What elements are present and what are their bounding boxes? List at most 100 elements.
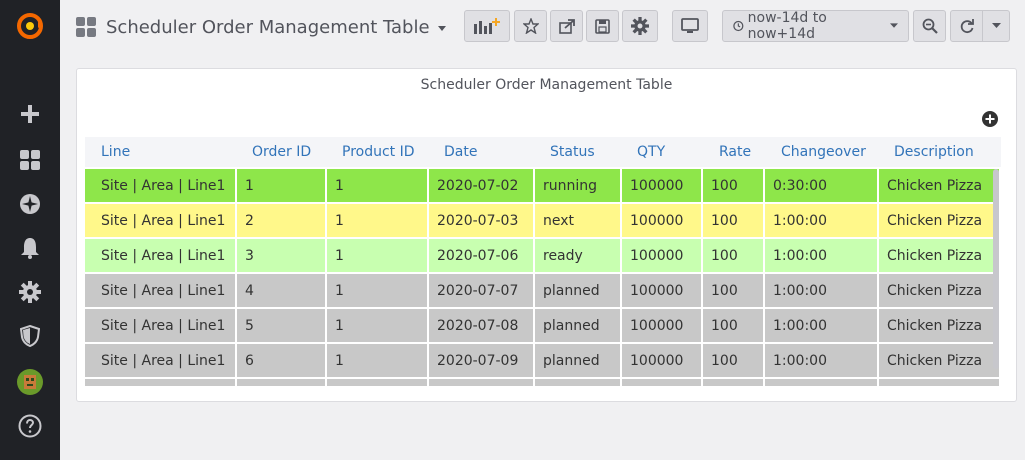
compass-icon[interactable] [10,184,50,224]
cell-status[interactable]: planned [535,309,622,342]
add-row-icon[interactable] [982,111,998,127]
share-button[interactable] [550,10,583,42]
cell-order-id[interactable]: 3 [237,239,327,272]
cell-line[interactable]: Site | Area | Line1 [85,309,237,342]
grafana-logo-icon[interactable] [10,6,50,46]
cell-product-id[interactable]: 1 [327,239,429,272]
cell-changeover[interactable]: 1:00:00 [765,239,879,272]
cell-status[interactable]: ready [535,239,622,272]
column-header-product-id[interactable]: Product ID [342,144,415,160]
cell-line[interactable] [85,379,237,386]
add-panel-button[interactable] [464,10,510,42]
cell-description[interactable] [879,379,1001,386]
cell-changeover[interactable] [765,379,879,386]
cell-description[interactable]: Chicken Pizza [879,169,1001,202]
cell-order-id[interactable]: 5 [237,309,327,342]
cell-date[interactable]: 2020-07-08 [429,309,535,342]
cell-status[interactable]: running [535,169,622,202]
cell-qty[interactable]: 100000 [622,309,703,342]
cell-date[interactable] [429,379,535,386]
column-header-rate[interactable]: Rate [719,144,751,160]
cell-qty[interactable]: 100000 [622,169,703,202]
cell-description[interactable]: Chicken Pizza [879,344,1001,377]
settings-button[interactable] [622,10,658,42]
column-header-qty[interactable]: QTY [637,144,665,160]
cell-line[interactable]: Site | Area | Line1 [85,274,237,307]
column-header-status[interactable]: Status [550,144,595,160]
cell-product-id[interactable]: 1 [327,309,429,342]
cell-description[interactable]: Chicken Pizza [879,204,1001,237]
cell-date[interactable]: 2020-07-02 [429,169,535,202]
column-header-order-id[interactable]: Order ID [252,144,311,160]
cell-line[interactable]: Site | Area | Line1 [85,204,237,237]
star-button[interactable] [514,10,547,42]
cell-changeover[interactable]: 1:00:00 [765,274,879,307]
cell-product-id[interactable]: 1 [327,169,429,202]
table-row[interactable] [85,379,1001,386]
cell-changeover[interactable]: 1:00:00 [765,309,879,342]
cell-product-id[interactable] [327,379,429,386]
cell-date[interactable]: 2020-07-09 [429,344,535,377]
cell-product-id[interactable]: 1 [327,344,429,377]
cell-description[interactable]: Chicken Pizza [879,239,1001,272]
table-row[interactable]: Site | Area | Line1 3 1 2020-07-06 ready 1000… [85,239,1001,272]
cell-date[interactable]: 2020-07-03 [429,204,535,237]
cell-status[interactable]: planned [535,274,622,307]
column-header-date[interactable]: Date [444,144,477,160]
bell-icon[interactable] [10,228,50,268]
cell-line[interactable]: Site | Area | Line1 [85,169,237,202]
cell-order-id[interactable]: 4 [237,274,327,307]
help-icon[interactable] [10,406,50,446]
cell-line[interactable]: Site | Area | Line1 [85,239,237,272]
table-row[interactable]: Site | Area | Line1 4 1 2020-07-07 planned 10… [85,274,1001,307]
gear-icon[interactable] [10,272,50,312]
cell-rate[interactable]: 100 [703,204,765,237]
column-header-line[interactable]: Line [101,144,130,160]
cell-status[interactable] [535,379,622,386]
refresh-interval-dropdown[interactable] [982,10,1010,42]
dashboard-picker[interactable]: Scheduler Order Management Table [76,14,446,40]
save-button[interactable] [586,10,619,42]
table-scrollbar[interactable] [993,169,999,369]
panel-title[interactable]: Scheduler Order Management Table [77,77,1016,93]
zoom-out-button[interactable] [913,10,946,42]
column-header-changeover[interactable]: Changeover [781,144,866,160]
cell-rate[interactable] [703,379,765,386]
plus-icon[interactable] [10,94,50,134]
cell-date[interactable]: 2020-07-06 [429,239,535,272]
cell-product-id[interactable]: 1 [327,274,429,307]
cell-qty[interactable] [622,379,703,386]
cell-qty[interactable]: 100000 [622,274,703,307]
cell-order-id[interactable]: 2 [237,204,327,237]
table-row[interactable]: Site | Area | Line1 5 1 2020-07-08 planned 10… [85,309,1001,342]
cell-rate[interactable]: 100 [703,169,765,202]
cell-description[interactable]: Chicken Pizza [879,309,1001,342]
cell-product-id[interactable]: 1 [327,204,429,237]
cell-qty[interactable]: 100000 [622,344,703,377]
dashboards-icon[interactable] [10,140,50,180]
cell-rate[interactable]: 100 [703,239,765,272]
cell-description[interactable]: Chicken Pizza [879,274,1001,307]
cell-order-id[interactable] [237,379,327,386]
column-header-description[interactable]: Description [894,144,974,160]
cell-rate[interactable]: 100 [703,344,765,377]
cell-qty[interactable]: 100000 [622,204,703,237]
cell-order-id[interactable]: 1 [237,169,327,202]
time-range-picker[interactable]: now-14d to now+14d [722,10,909,42]
cell-rate[interactable]: 100 [703,274,765,307]
cell-changeover[interactable]: 0:30:00 [765,169,879,202]
cell-changeover[interactable]: 1:00:00 [765,204,879,237]
table-row[interactable]: Site | Area | Line1 2 1 2020-07-03 next 10000… [85,204,1001,237]
avatar[interactable] [10,362,50,402]
cell-rate[interactable]: 100 [703,309,765,342]
table-row[interactable]: Site | Area | Line1 6 1 2020-07-09 planned 10… [85,344,1001,377]
cell-qty[interactable]: 100000 [622,239,703,272]
tv-mode-button[interactable] [672,10,708,42]
shield-icon[interactable] [10,316,50,356]
cell-status[interactable]: planned [535,344,622,377]
cell-line[interactable]: Site | Area | Line1 [85,344,237,377]
cell-status[interactable]: next [535,204,622,237]
cell-order-id[interactable]: 6 [237,344,327,377]
cell-changeover[interactable]: 1:00:00 [765,344,879,377]
refresh-button[interactable] [950,10,983,42]
